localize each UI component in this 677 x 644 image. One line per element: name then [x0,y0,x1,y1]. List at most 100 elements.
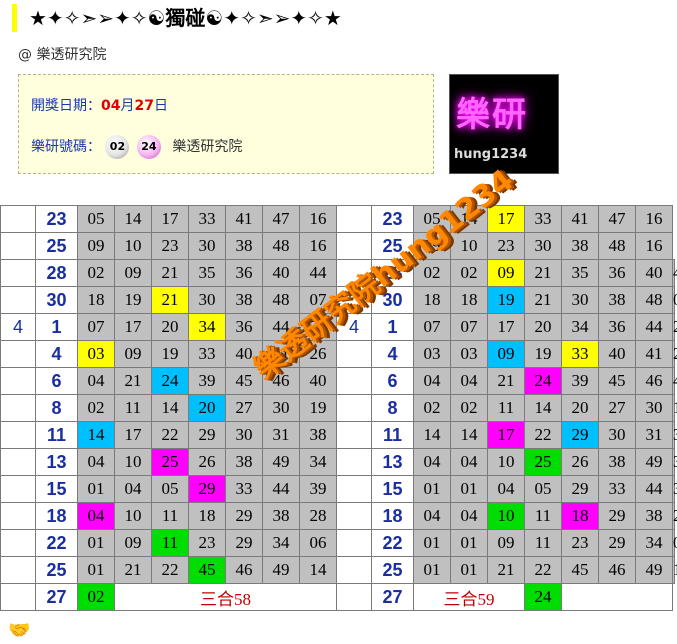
left-row-key: 28 [35,259,78,287]
right-number-cell: 23 [561,529,599,557]
left-block-label-cell [0,475,36,503]
right-number-cell-lead: 14 [413,421,451,449]
right-number-cell: 11 [524,529,562,557]
right-number-cell: 23 [672,313,677,341]
draw-date-month-unit: 月 [120,98,135,114]
right-block-label-cell [336,448,372,476]
left-row-key: 11 [35,421,78,449]
draw-date-line: 開獎日期：04月27日 [31,95,168,115]
left-number-cell: 20 [188,394,226,422]
left-number-cell: 17 [151,205,189,233]
right-number-cell: 14 [450,421,488,449]
right-number-cell: 48 [598,232,636,260]
left-number-cell: 30 [225,421,263,449]
right-number-cell: 28 [672,502,677,530]
right-number-cell: 22 [524,556,562,584]
right-number-cell: 44 [635,313,673,341]
right-number-cell: 46 [635,367,673,395]
left-number-cell: 19 [299,394,337,422]
right-number-cell: 16 [635,232,673,260]
right-number-cell: 19 [672,394,677,422]
left-row-key: 18 [35,502,78,530]
left-number-cell: 04 [77,448,115,476]
author-line: @ 樂透研究院 [18,47,107,63]
draw-date-day: 27 [134,98,154,114]
right-row-key: 18 [371,502,414,530]
number-grid: 23 05 14 17 33 41 47 16 23 05 14 17 33 41 47 16 25 09 10 23… [0,205,677,611]
grid-row: 4107172034364423410707172034364423 [0,313,677,341]
left-number-cell: 38 [225,448,263,476]
left-number-cell: 23 [299,313,337,341]
left-row-key: 25 [35,556,78,584]
right-row-key: 30 [371,286,414,314]
right-number-cell: 09 [487,529,525,557]
grid-row: 27 02 三合58 27 三合59 24 [0,583,675,611]
right-number-cell-lead: 04 [413,448,451,476]
right-number-cell-lead: 09 [413,232,451,260]
left-row-key: 1 [35,313,78,341]
right-row-key: 23 [371,205,414,233]
left-number-cell: 16 [299,205,337,233]
left-number-cell: 21 [114,556,152,584]
right-number-cell: 49 [635,556,673,584]
left-number-cell: 38 [225,232,263,260]
left-number-cell: 10 [114,448,152,476]
left-block-label-cell [0,205,36,233]
left-number-cell: 40 [299,367,337,395]
right-number-cell: 11 [524,502,562,530]
right-block-label-cell: 4 [336,313,372,341]
right-sum-cell: 三合59 [413,583,525,611]
right-row-key: 1 [371,313,414,341]
right-number-cell: 10 [487,448,525,476]
left-number-cell: 14 [299,556,337,584]
left-number-cell: 36 [225,259,263,287]
left-block-label-cell [0,286,36,314]
grid-row: 1114172229303138111414172229303138 [0,421,677,449]
left-number-cell: 39 [188,367,226,395]
right-number-cell: 20 [561,394,599,422]
left-number-cell: 41 [225,205,263,233]
grid-row: 3018192130384807301818192130384807 [0,286,677,314]
right-number-cell: 29 [561,475,599,503]
right-number-cell: 01 [450,529,488,557]
right-number-cell: 41 [635,340,673,368]
left-number-cell: 30 [188,232,226,260]
right-number-cell: 22 [524,421,562,449]
right-number-cell: 10 [450,232,488,260]
right-number-cell: 47 [598,205,636,233]
left-number-cell: 33 [188,340,226,368]
left-number-cell: 11 [151,529,189,557]
left-number-cell: 19 [114,286,152,314]
left-number-cell: 11 [114,394,152,422]
left-number-cell: 49 [262,448,300,476]
right-number-cell-lead: 04 [413,502,451,530]
right-row-key: 11 [371,421,414,449]
right-number-cell-lead: 02 [413,259,451,287]
right-number-cell: 07 [672,286,677,314]
left-row-key: 13 [35,448,78,476]
lotto-ball-1: 02 [105,135,130,159]
right-block-label-cell [336,232,372,260]
right-number-cell: 34 [672,448,677,476]
left-block-label-cell [0,583,36,611]
grid-row: 1304102526384934130404102526384934 [0,448,677,476]
grid-row: 23 05 14 17 33 41 47 16 23 05 14 17 33 41 47 16 [0,205,675,233]
left-row-key: 23 [35,205,78,233]
grid-row: 25 09 10 23 30 38 48 16 25 09 10 23 30 38 48 16 [0,232,675,260]
grid-row: 1804101118293828180404101118293828 [0,502,677,530]
right-number-cell: 04 [450,448,488,476]
right-number-cell: 02 [450,259,488,287]
right-number-cell: 38 [561,232,599,260]
right-number-cell: 18 [450,286,488,314]
left-number-cell: 28 [299,502,337,530]
left-number-cell: 45 [225,367,263,395]
right-number-cell: 02 [450,394,488,422]
right-number-cell: 06 [672,529,677,557]
right-number-cell: 41 [561,205,599,233]
left-row-key: 8 [35,394,78,422]
right-number-cell: 11 [487,394,525,422]
left-number-cell: 19 [151,340,189,368]
right-number-cell: 04 [450,502,488,530]
right-block-label-cell [336,259,372,287]
left-number-cell: 26 [188,448,226,476]
